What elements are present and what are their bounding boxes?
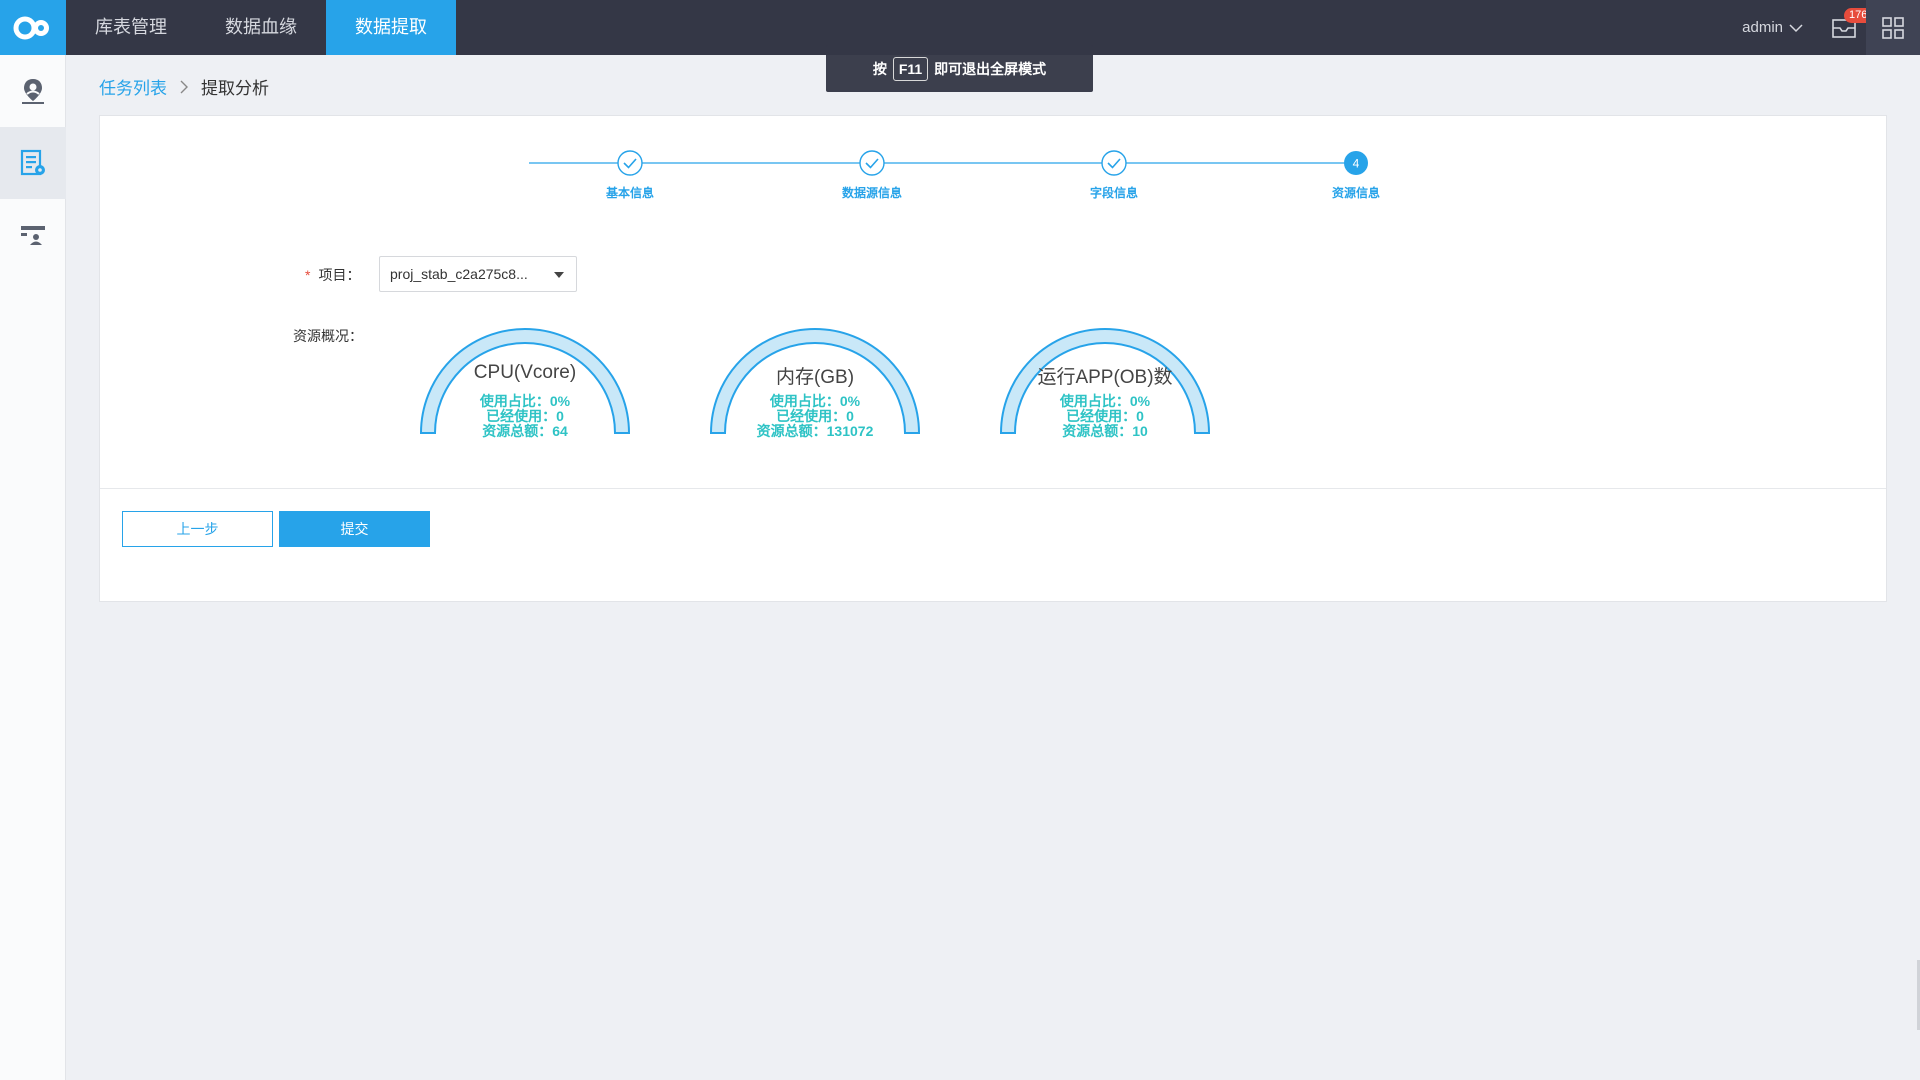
gauge-title: 运行APP(OB)数 xyxy=(1037,367,1173,388)
nav-data-lineage[interactable]: 数据血缘 xyxy=(196,0,326,55)
step-4-current-icon: 4 xyxy=(1344,151,1368,175)
sidebar-item-location[interactable] xyxy=(0,55,66,127)
breadcrumb-task-list[interactable]: 任务列表 xyxy=(99,74,167,99)
logo-icon xyxy=(13,16,49,39)
fullscreen-tip: 按 F11 即可退出全屏模式 xyxy=(826,45,1093,92)
gauge-app-count: 运行APP(OB)数 使用占比：0% 已经使用：0 资源总额：10 xyxy=(990,314,1220,464)
mail-button[interactable]: 1762 xyxy=(1832,8,1879,38)
gauge-cpu: CPU(Vcore) 使用占比：0% 已经使用：0 资源总额：64 xyxy=(410,314,640,464)
monitor-network-icon xyxy=(21,226,45,245)
gauge-total: 资源总额：10 xyxy=(1062,423,1148,439)
project-select-value: proj_stab_c2a275c8... xyxy=(390,266,528,282)
tip-suffix: 即可退出全屏模式 xyxy=(934,60,1047,77)
project-label-text: 项目： xyxy=(318,267,361,283)
step-track: 4 xyxy=(529,150,1368,176)
gauge-usage: 使用占比：0% xyxy=(479,393,571,409)
breadcrumb: 任务列表 提取分析 xyxy=(99,74,269,99)
sidebar-item-extraction[interactable] xyxy=(0,127,66,199)
breadcrumb-current: 提取分析 xyxy=(201,79,269,98)
tip-prefix: 按 xyxy=(872,60,887,77)
gauge-usage: 使用占比：0% xyxy=(769,393,861,409)
step-indicator: 4 基本信息 数据源信息 字段信息 资源信息 xyxy=(100,116,1886,216)
tip-key: F11 xyxy=(892,56,929,81)
location-user-icon xyxy=(22,79,44,104)
step-1-label: 基本信息 xyxy=(605,186,655,200)
card-divider xyxy=(100,488,1886,489)
sidebar xyxy=(0,55,66,1080)
gauge-used: 已经使用：0 xyxy=(486,408,564,424)
chevron-down-icon xyxy=(1789,23,1803,32)
step-1-done-icon xyxy=(617,150,643,176)
submit-button[interactable]: 提交 xyxy=(279,511,430,547)
main-nav: 库表管理 数据血缘 数据提取 xyxy=(66,0,456,55)
gauge-usage: 使用占比：0% xyxy=(1059,393,1151,409)
step-4-number: 4 xyxy=(1353,157,1360,171)
gauge-used: 已经使用：0 xyxy=(1066,408,1144,424)
project-select[interactable]: proj_stab_c2a275c8... xyxy=(379,256,577,292)
step-2-done-icon xyxy=(859,150,885,176)
sidebar-item-monitor[interactable] xyxy=(0,199,66,271)
gauge-memory: 内存(GB) 使用占比：0% 已经使用：0 资源总额：131072 xyxy=(700,314,930,464)
grid-icon xyxy=(1882,16,1904,39)
gauge-title: CPU(Vcore) xyxy=(473,362,577,383)
gauge-used: 已经使用：0 xyxy=(776,408,854,424)
required-mark: * xyxy=(305,267,311,283)
app-logo[interactable] xyxy=(0,0,66,55)
step-4-label: 资源信息 xyxy=(1331,186,1381,200)
prev-step-button[interactable]: 上一步 xyxy=(122,511,273,547)
step-2-label: 数据源信息 xyxy=(841,186,903,200)
username: admin xyxy=(1742,18,1783,36)
caret-down-icon xyxy=(554,272,564,278)
chevron-right-icon xyxy=(180,80,188,93)
extraction-card: 4 基本信息 数据源信息 字段信息 资源信息 * 项目： proj_stab_c2… xyxy=(99,115,1887,602)
step-3-done-icon xyxy=(1101,150,1127,176)
apps-grid-button[interactable] xyxy=(1866,0,1920,55)
gauge-total: 资源总额：131072 xyxy=(756,423,874,439)
nav-data-extraction[interactable]: 数据提取 xyxy=(326,0,456,55)
gauge-total: 资源总额：64 xyxy=(482,423,568,439)
gauge-title: 内存(GB) xyxy=(775,367,855,388)
nav-table-management[interactable]: 库表管理 xyxy=(66,0,196,55)
resource-overview-label: 资源概况： xyxy=(293,328,363,344)
document-settings-icon xyxy=(20,149,45,176)
project-label: * 项目： xyxy=(305,265,360,285)
user-menu[interactable]: admin xyxy=(1742,0,1803,55)
step-3-label: 字段信息 xyxy=(1089,186,1139,200)
